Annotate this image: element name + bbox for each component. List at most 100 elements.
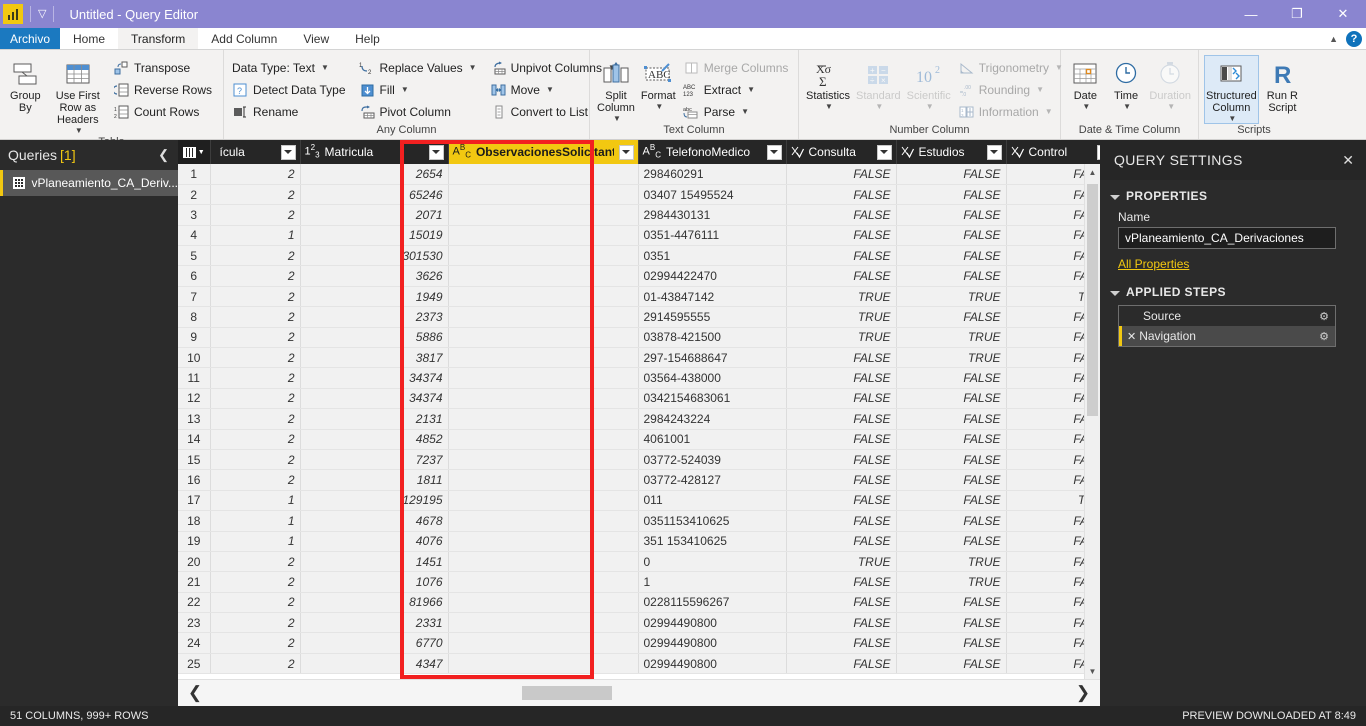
table-cell[interactable]: 4347: [300, 653, 449, 675]
maximize-restore-button[interactable]: ❐: [1274, 0, 1320, 28]
table-row[interactable]: 122654298460291FALSEFALSEFALSE: [178, 164, 1100, 185]
tab-view[interactable]: View: [290, 28, 342, 49]
vertical-scrollbar[interactable]: ▲ ▼: [1084, 164, 1100, 679]
table-cell[interactable]: FALSE: [786, 245, 897, 267]
table-cell[interactable]: 01-43847142: [638, 286, 787, 308]
table-cell[interactable]: FALSE: [786, 571, 897, 593]
chevron-down-icon[interactable]: ▼: [1123, 102, 1131, 111]
table-cell[interactable]: 129195: [300, 490, 449, 512]
row-number-cell[interactable]: 16: [178, 469, 211, 491]
table-cell[interactable]: [448, 225, 639, 247]
table-cell[interactable]: 2984430131: [638, 204, 787, 226]
table-cell[interactable]: FALSE: [896, 632, 1007, 654]
column-filter-dropdown[interactable]: [428, 144, 444, 160]
table-cell[interactable]: FALSE: [786, 347, 897, 369]
chevron-left-icon[interactable]: ❮: [158, 147, 169, 163]
horizontal-scrollbar[interactable]: ❮ ❯: [178, 679, 1100, 706]
row-number-cell[interactable]: 4: [178, 225, 211, 247]
statistics-button[interactable]: Xσ Σ Statistics ▼: [804, 55, 852, 112]
detect-data-type-button[interactable]: ? Detect Data Type: [229, 79, 352, 100]
table-row[interactable]: 222819660228115596267FALSEFALSEFALSE: [178, 592, 1100, 614]
table-cell[interactable]: [448, 632, 639, 654]
table-cell[interactable]: 03564-438000: [638, 367, 787, 389]
table-cell[interactable]: 1811: [300, 469, 449, 491]
tab-home[interactable]: Home: [60, 28, 118, 49]
table-cell[interactable]: [448, 408, 639, 430]
tab-add-column[interactable]: Add Column: [198, 28, 290, 49]
table-cell[interactable]: 2: [210, 164, 301, 185]
table-cell[interactable]: TRUE: [896, 286, 1007, 308]
table-cell[interactable]: TRUE: [896, 347, 1007, 369]
tab-transform[interactable]: Transform: [118, 28, 199, 49]
chevron-down-icon[interactable]: ▼: [655, 102, 663, 111]
row-number-cell[interactable]: 5: [178, 245, 211, 267]
time-button[interactable]: Time ▼: [1107, 55, 1146, 112]
table-row[interactable]: 152723703772-524039FALSEFALSEFALSE: [178, 449, 1100, 471]
table-cell[interactable]: FALSE: [896, 164, 1007, 185]
table-cell[interactable]: FALSE: [896, 449, 1007, 471]
quick-access-toolbar-dropdown-icon[interactable]: ▽: [38, 8, 46, 20]
row-number-cell[interactable]: 23: [178, 612, 211, 634]
table-cell[interactable]: 7237: [300, 449, 449, 471]
table-cell[interactable]: 2373: [300, 306, 449, 328]
row-number-cell[interactable]: 3: [178, 204, 211, 226]
table-row[interactable]: 62362602994422470FALSEFALSEFALSE: [178, 265, 1100, 287]
table-row[interactable]: 8223732914595555TRUEFALSEFALSE: [178, 306, 1100, 328]
table-cell[interactable]: 3817: [300, 347, 449, 369]
table-cell[interactable]: TRUE: [786, 286, 897, 308]
table-cell[interactable]: FALSE: [896, 469, 1007, 491]
run-r-script-button[interactable]: R Run R Script: [1261, 55, 1304, 115]
table-cell[interactable]: FALSE: [786, 204, 897, 226]
table-row[interactable]: 252434702994490800FALSEFALSEFALSE: [178, 653, 1100, 675]
query-name-input[interactable]: vPlaneamiento_CA_Derivaciones: [1118, 227, 1336, 249]
column-filter-dropdown[interactable]: [876, 144, 892, 160]
gear-icon[interactable]: ⚙: [1319, 310, 1329, 323]
table-cell[interactable]: 1451: [300, 551, 449, 573]
count-rows-button[interactable]: 1 2 Count Rows: [110, 101, 218, 122]
table-cell[interactable]: FALSE: [896, 408, 1007, 430]
table-cell[interactable]: 0351-4476111: [638, 225, 787, 247]
table-cell[interactable]: FALSE: [786, 265, 897, 287]
table-cell[interactable]: FALSE: [896, 653, 1007, 675]
table-row[interactable]: 171129195011FALSEFALSETRUE: [178, 490, 1100, 512]
table-cell[interactable]: FALSE: [896, 429, 1007, 450]
table-cell[interactable]: [448, 286, 639, 308]
table-cell[interactable]: 34374: [300, 388, 449, 410]
chevron-down-icon[interactable]: ▼: [546, 85, 554, 94]
reverse-rows-button[interactable]: Reverse Rows: [110, 79, 218, 100]
table-cell[interactable]: 2071: [300, 204, 449, 226]
query-list-item[interactable]: vPlaneamiento_CA_Deriv...: [0, 170, 178, 196]
table-cell[interactable]: 34374: [300, 367, 449, 389]
column-filter-dropdown[interactable]: [986, 144, 1002, 160]
column-filter-dropdown[interactable]: [618, 144, 634, 160]
table-cell[interactable]: 1: [210, 490, 301, 512]
row-number-cell[interactable]: 1: [178, 164, 211, 185]
table-cell[interactable]: 1076: [300, 571, 449, 593]
tab-archivo[interactable]: Archivo: [0, 28, 61, 49]
table-row[interactable]: 232233102994490800FALSEFALSEFALSE: [178, 612, 1100, 634]
table-cell[interactable]: TRUE: [786, 306, 897, 328]
chevron-down-icon[interactable]: ▼: [613, 114, 621, 123]
row-number-cell[interactable]: 12: [178, 388, 211, 410]
table-cell[interactable]: 2: [210, 571, 301, 593]
chevron-up-icon[interactable]: ▲: [1329, 34, 1338, 44]
collapse-triangle-icon[interactable]: [1110, 290, 1120, 296]
table-cell[interactable]: [448, 245, 639, 267]
table-cell[interactable]: 2: [210, 286, 301, 308]
column-header-telefonomedico[interactable]: ABC TelefonoMedico: [638, 140, 787, 164]
gear-icon[interactable]: ⚙: [1319, 330, 1329, 343]
column-filter-dropdown[interactable]: [280, 144, 296, 160]
table-row[interactable]: 1123437403564-438000FALSEFALSEFALSE: [178, 367, 1100, 389]
scroll-down-icon[interactable]: ▼: [1085, 663, 1100, 679]
properties-section-header[interactable]: PROPERTIES: [1110, 189, 1352, 203]
table-cell[interactable]: 301530: [300, 245, 449, 267]
row-number-cell[interactable]: 6: [178, 265, 211, 287]
table-row[interactable]: 14248524061001FALSEFALSEFALSE: [178, 429, 1100, 450]
table-cell[interactable]: FALSE: [786, 592, 897, 614]
table-cell[interactable]: 2: [210, 327, 301, 349]
minimize-button[interactable]: —: [1228, 0, 1274, 28]
table-row[interactable]: 92588603878-421500TRUETRUEFALSE: [178, 327, 1100, 349]
chevron-down-icon[interactable]: ▼: [401, 85, 409, 94]
table-cell[interactable]: TRUE: [896, 571, 1007, 593]
chevron-down-icon[interactable]: ▼: [747, 85, 755, 94]
